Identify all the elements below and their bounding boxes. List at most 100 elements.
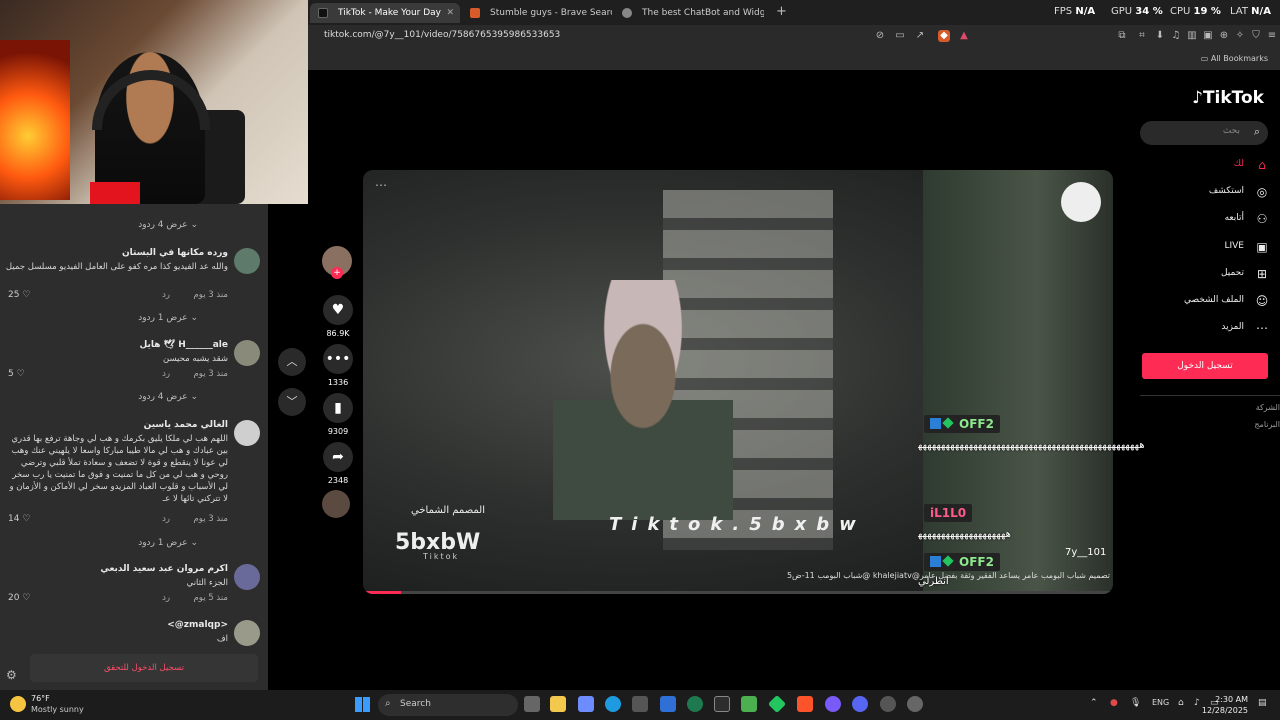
app-icon[interactable] — [767, 694, 787, 714]
menu-icon[interactable]: ≡ — [1266, 30, 1278, 42]
nav-for-you[interactable]: لك ⌂ — [1130, 157, 1270, 175]
microphone-icon[interactable]: 🎙 — [1130, 698, 1141, 708]
edge-icon[interactable] — [605, 696, 621, 712]
app-icon[interactable] — [714, 696, 730, 712]
file-explorer-icon[interactable] — [550, 696, 566, 712]
brave-icon[interactable] — [797, 696, 813, 712]
nav-more[interactable]: المزيد ⋯ — [1130, 320, 1270, 338]
nav-live[interactable]: LIVE ▣ — [1130, 239, 1270, 257]
login-button[interactable]: تسجيل الدخول — [1142, 353, 1268, 379]
comment-author[interactable]: الغالي محمد ياسين — [144, 420, 228, 430]
wifi-icon[interactable]: ⌂ — [1178, 698, 1184, 708]
tab-tiktok[interactable]: TikTok - Make Your Day ✕ — [310, 3, 460, 23]
comment-icon[interactable]: ••• — [323, 344, 353, 374]
brave-rewards-icon[interactable]: ▲ — [958, 30, 970, 42]
tiktok-logo[interactable]: ♪TikTok — [1192, 88, 1264, 108]
nav-upload[interactable]: تحميل ⊞ — [1130, 266, 1270, 284]
like-action[interactable]: ♥ 86.9K — [322, 295, 354, 338]
screenshot-icon[interactable]: ⌗ — [1136, 30, 1148, 42]
app-icon[interactable] — [687, 696, 703, 712]
brave-shields-icon[interactable]: ◆ — [938, 30, 950, 42]
nav-following[interactable]: أتابعه ⚇ — [1130, 211, 1270, 229]
vpn-icon[interactable]: ⊕ — [1218, 30, 1230, 42]
like-count[interactable]: 5 ♡ — [8, 369, 25, 379]
app-icon[interactable] — [741, 696, 757, 712]
bookmark-icon[interactable]: ▮ — [323, 393, 353, 423]
app-icon[interactable] — [825, 696, 841, 712]
footer-link-company[interactable]: الشركة — [1256, 403, 1280, 412]
clock-date[interactable]: 12/28/2025 — [1202, 706, 1248, 715]
show-replies-button[interactable]: عرض 1 ردود ⌄ — [0, 538, 268, 548]
reply-button[interactable]: رد — [162, 514, 170, 524]
like-count[interactable]: 25 ♡ — [8, 290, 30, 300]
share-action[interactable]: ➦ 2348 — [322, 442, 354, 485]
previous-video-button[interactable]: ︿ — [278, 348, 306, 376]
avatar[interactable] — [234, 248, 260, 274]
footer-link-program[interactable]: البرنامج — [1254, 420, 1280, 429]
tab-chatbot[interactable]: The best ChatBot and Widgets for K — [614, 3, 764, 23]
download-icon[interactable]: ⬇ — [1154, 30, 1166, 42]
all-bookmarks-button[interactable]: ▭ All Bookmarks — [1201, 54, 1268, 63]
heart-icon[interactable]: ♥ — [323, 295, 353, 325]
leo-ai-icon[interactable]: ✧ — [1234, 30, 1246, 42]
weather-description[interactable]: Mostly sunny — [31, 705, 84, 714]
tray-app-icon[interactable]: ● — [1110, 698, 1118, 708]
share-icon[interactable]: ↗ — [914, 30, 926, 42]
nav-profile[interactable]: الملف الشخصي ☺ — [1130, 293, 1270, 311]
obs-icon[interactable] — [907, 696, 923, 712]
chevron-up-icon[interactable]: ⌃ — [1090, 698, 1098, 708]
reply-button[interactable]: رد — [162, 593, 170, 603]
gear-icon[interactable]: ⚙ — [6, 668, 17, 682]
share-icon[interactable]: ➦ — [323, 442, 353, 472]
tab-brave-search[interactable]: Stumble guys - Brave Search — [462, 3, 612, 23]
like-count[interactable]: 20 ♡ — [8, 593, 30, 603]
app-icon[interactable] — [880, 696, 896, 712]
new-tab-button[interactable]: + — [776, 4, 787, 19]
avatar[interactable] — [234, 620, 260, 646]
follow-plus-icon[interactable]: + — [331, 267, 343, 279]
progress-track[interactable] — [363, 591, 1113, 594]
music-icon[interactable]: ♫ — [1170, 30, 1182, 42]
windows-start-icon[interactable] — [355, 697, 370, 712]
shield-icon[interactable]: ⛉ — [1250, 30, 1262, 42]
search-input[interactable]: بحث ⌕ — [1140, 121, 1268, 145]
sidebar-icon[interactable]: ▥ — [1186, 30, 1198, 42]
discord-icon[interactable] — [852, 696, 868, 712]
avatar[interactable] — [234, 564, 260, 590]
sun-icon[interactable] — [10, 696, 26, 712]
url-field[interactable]: tiktok.com/@7y__101/video/75867653959865… — [324, 30, 560, 40]
volume-icon[interactable]: ♪ — [1194, 698, 1200, 708]
login-to-verify-button[interactable]: تسجيل الدخول للتحقق — [30, 654, 258, 682]
taskbar-search[interactable]: ⌕ Search — [378, 694, 518, 716]
cast-icon[interactable]: ▭ — [894, 30, 906, 42]
store-icon[interactable] — [632, 696, 648, 712]
more-options-icon[interactable]: ⋯ — [375, 178, 387, 192]
task-view-icon[interactable] — [524, 696, 540, 712]
video-author[interactable]: 7y__101 — [1065, 547, 1106, 558]
comment-action[interactable]: ••• 1336 — [322, 344, 354, 387]
comment-author[interactable]: اكرم مروان عبد سعيد الدبعي — [100, 564, 228, 574]
show-replies-button[interactable]: عرض 4 ردود ⌄ — [0, 220, 268, 230]
clock-time[interactable]: 2:30 AM — [1215, 695, 1248, 704]
weather-temperature[interactable]: 76°F — [31, 694, 50, 703]
next-video-button[interactable]: ﹀ — [278, 388, 306, 416]
reader-mode-icon[interactable]: ⊘ — [874, 30, 886, 42]
close-icon[interactable]: ✕ — [446, 3, 454, 23]
language-indicator[interactable]: ENG — [1152, 698, 1169, 707]
save-action[interactable]: ▮ 9309 — [322, 393, 354, 436]
reply-button[interactable]: رد — [162, 290, 170, 300]
music-disc-icon[interactable] — [322, 490, 350, 518]
notification-icon[interactable]: ▤ — [1258, 698, 1267, 708]
search-icon[interactable]: ⌕ — [1254, 125, 1260, 139]
like-count[interactable]: 14 ♡ — [8, 514, 30, 524]
nav-explore[interactable]: استكشف ◎ — [1130, 184, 1270, 202]
wallet-icon[interactable]: ▣ — [1202, 30, 1214, 42]
mail-icon[interactable] — [660, 696, 676, 712]
copilot-icon[interactable] — [578, 696, 594, 712]
reply-button[interactable]: رد — [162, 369, 170, 379]
avatar[interactable] — [234, 420, 260, 446]
extensions-icon[interactable]: ⧉ — [1116, 30, 1128, 42]
avatar[interactable] — [234, 340, 260, 366]
comment-author[interactable]: ورده مكانها في البستان — [122, 248, 228, 258]
comment-author[interactable]: H______ale 🕊 هايل — [139, 340, 228, 350]
